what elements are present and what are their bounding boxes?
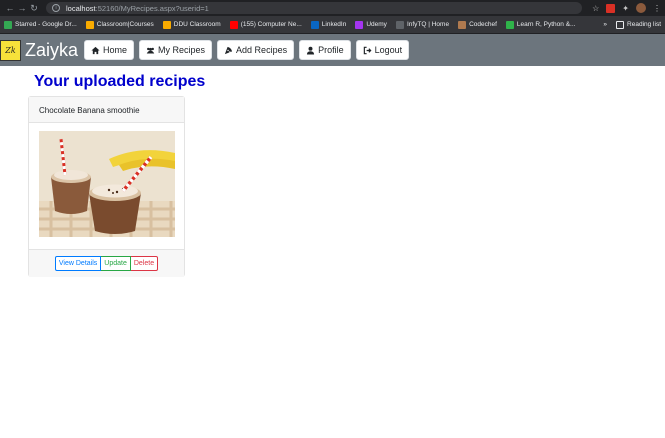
bookmark-item[interactable]: Learn R, Python &... — [505, 20, 576, 29]
browser-address-bar: ← → ↻ i localhost :52160/MyRecipes.aspx?… — [0, 0, 665, 16]
view-details-button[interactable]: View Details — [54, 256, 102, 271]
avatar[interactable] — [636, 3, 646, 13]
back-icon[interactable]: ← — [4, 0, 16, 16]
home-button[interactable]: Home — [84, 40, 135, 60]
pizza-icon — [224, 46, 233, 54]
url-path: :52160/MyRecipes.aspx?userid=1 — [95, 3, 209, 13]
bookmark-label: Udemy — [366, 21, 387, 28]
home-icon — [91, 46, 100, 54]
bookmark-item[interactable]: InfyTQ | Home — [395, 20, 450, 29]
bookmark-label: Starred - Google Dr... — [15, 21, 77, 28]
bookmark-item[interactable]: Classroom|Courses — [85, 20, 154, 29]
logout-icon — [363, 46, 372, 54]
udemy-icon — [355, 20, 364, 29]
linkedin-icon — [310, 20, 319, 29]
info-icon[interactable]: i — [52, 4, 60, 12]
bookmark-label: Learn R, Python &... — [516, 21, 576, 28]
bookmarks-bar: Starred - Google Dr... Classroom|Courses… — [0, 16, 665, 34]
codechef-icon — [458, 20, 467, 29]
logout-button[interactable]: Logout — [355, 40, 410, 60]
bookmark-item[interactable]: DDU Classroom — [162, 20, 221, 29]
profile-label: Profile — [318, 45, 344, 55]
recipe-card-body — [29, 123, 184, 249]
logout-label: Logout — [374, 45, 403, 55]
bookmark-label: (155) Computer Ne... — [240, 21, 302, 28]
bookmark-item[interactable]: (155) Computer Ne... — [229, 20, 302, 29]
bookmark-label: InfyTQ | Home — [406, 21, 450, 28]
reload-icon[interactable]: ↻ — [28, 0, 40, 16]
reading-list[interactable]: Reading list — [616, 20, 661, 29]
recipe-image — [39, 131, 175, 237]
logo[interactable]: Zk — [0, 39, 21, 61]
add-recipes-button[interactable]: Add Recipes — [217, 40, 295, 60]
classroom-icon — [162, 20, 171, 29]
my-recipes-label: My Recipes — [158, 45, 206, 55]
url-host: localhost — [66, 3, 96, 13]
bookmark-item[interactable]: Starred - Google Dr... — [4, 20, 77, 29]
page-title: Your uploaded recipes — [34, 73, 206, 90]
profile-button[interactable]: Profile — [299, 40, 351, 60]
bookmark-label: Classroom|Courses — [96, 21, 154, 28]
bookmark-item[interactable]: Udemy — [355, 20, 387, 29]
bookmark-item[interactable]: Codechef — [458, 20, 497, 29]
bookmark-label: Codechef — [469, 21, 497, 28]
main-content: Your uploaded recipes — [0, 73, 665, 93]
drive-icon — [4, 20, 12, 29]
reading-list-label: Reading list — [627, 21, 661, 28]
puzzle-icon[interactable]: ✦ — [622, 4, 629, 13]
infytq-icon — [395, 20, 404, 29]
user-icon — [306, 46, 315, 55]
app-navbar: Zk Zaiyka Home My Recipes Add Recipes Pr… — [0, 34, 665, 66]
reading-list-icon — [616, 20, 625, 29]
classroom-icon — [85, 20, 94, 29]
logo-text: Zk — [5, 45, 16, 55]
youtube-icon — [229, 20, 238, 29]
star-icon[interactable]: ☆ — [592, 4, 599, 13]
users-icon — [146, 47, 155, 53]
smoothie-illustration — [39, 131, 175, 237]
bookmark-label: DDU Classroom — [173, 21, 221, 28]
delete-button[interactable]: Delete — [130, 256, 159, 271]
menu-icon[interactable]: ⋮ — [653, 4, 661, 13]
url-field[interactable]: i localhost :52160/MyRecipes.aspx?userid… — [46, 2, 583, 14]
recipe-card: Chocolate Banana smoothie View Details U… — [28, 96, 185, 277]
recipe-actions: View Details Update Delete — [29, 249, 184, 277]
add-recipes-label: Add Recipes — [236, 45, 288, 55]
brand-name[interactable]: Zaiyka — [25, 40, 78, 61]
recipe-name: Chocolate Banana smoothie — [29, 97, 184, 123]
extension-icon[interactable] — [606, 3, 616, 13]
my-recipes-button[interactable]: My Recipes — [139, 40, 213, 60]
learn-icon — [505, 20, 514, 29]
update-button[interactable]: Update — [101, 256, 131, 271]
bookmark-item[interactable]: LinkedIn — [310, 20, 347, 29]
home-label: Home — [103, 45, 128, 55]
bookmarks-more[interactable]: » — [603, 21, 607, 28]
bookmark-label: LinkedIn — [321, 21, 347, 28]
forward-icon[interactable]: → — [16, 0, 28, 16]
